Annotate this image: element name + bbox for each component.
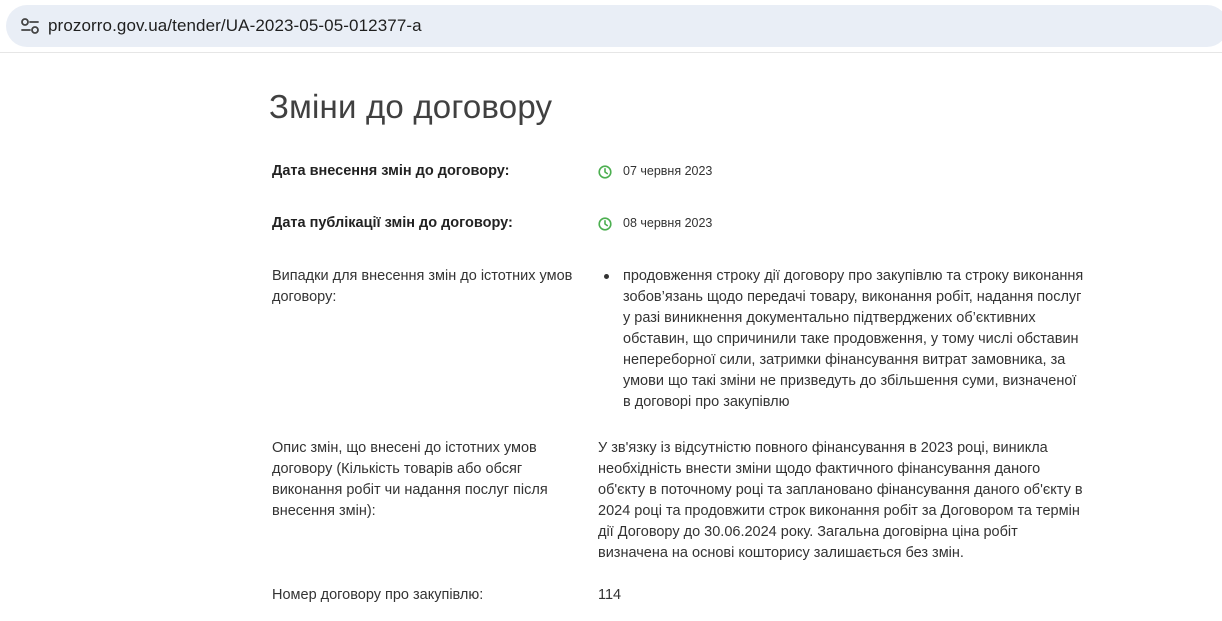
contract-number-value: 114 [598,587,622,603]
url-text[interactable]: prozorro.gov.ua/tender/UA-2023-05-05-012… [48,16,422,36]
clock-icon [598,216,612,231]
list-item: продовження строку дії договору про заку… [604,266,1088,413]
page-title: Зміни до договору [269,88,553,125]
address-bar[interactable]: prozorro.gov.ua/tender/UA-2023-05-05-012… [6,5,1222,47]
publish-date-label: Дата публікації змін до договору: [272,215,513,231]
description-label: Опис змін, що внесені до істотних умов д… [272,440,548,519]
bullet-icon [604,274,609,279]
page-content: Зміни до договору Дата внесення змін до … [0,54,1222,621]
tune-settings-icon[interactable] [20,17,40,35]
change-date-label: Дата внесення змін до договору: [272,163,510,179]
change-date-text: 07 червня 2023 [623,164,713,178]
publish-date-text: 08 червня 2023 [623,216,713,230]
cases-list: продовження строку дії договору про заку… [604,266,1088,413]
clock-icon [598,164,612,179]
cases-item-text: продовження строку дії договору про заку… [623,268,1084,410]
publish-date-value: 08 червня 2023 [598,216,713,231]
description-value: У зв'язку із відсутністю повного фінансу… [598,440,1083,561]
contract-number-label: Номер договору про закупівлю: [272,587,484,603]
cases-label: Випадки для внесення змін до істотних ум… [272,268,573,305]
change-date-value: 07 червня 2023 [598,164,713,179]
browser-toolbar: prozorro.gov.ua/tender/UA-2023-05-05-012… [0,0,1222,53]
